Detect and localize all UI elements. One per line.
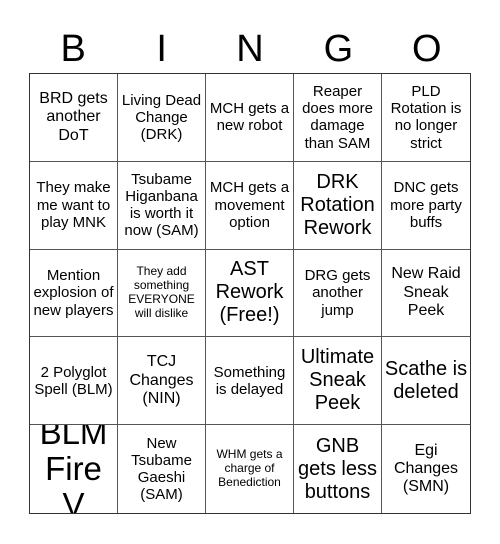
bingo-cell[interactable]: New Raid Sneak Peek xyxy=(382,250,470,338)
bingo-header: B I N G O xyxy=(29,24,471,74)
header-letter-g: G xyxy=(323,28,354,70)
header-letter-i: I xyxy=(156,28,167,70)
bingo-cell[interactable]: Egi Changes (SMN) xyxy=(382,425,470,513)
bingo-cell[interactable]: 2 Polyglot Spell (BLM) xyxy=(30,337,118,426)
header-letter-n: N xyxy=(236,28,264,70)
bingo-cell[interactable]: MCH gets a new robot xyxy=(206,74,294,162)
bingo-cell[interactable]: Mention explosion of new players xyxy=(30,249,118,338)
header-letter-o: O xyxy=(412,28,442,70)
header-letter-b: B xyxy=(60,28,86,70)
bingo-cell[interactable]: Tsubame Higanbana is worth it now (SAM) xyxy=(118,161,206,250)
bingo-cell[interactable]: GNB gets less buttons xyxy=(294,425,382,513)
bingo-cell[interactable]: DNC gets more party buffs xyxy=(382,162,470,250)
bingo-cell[interactable]: They make me want to play MNK xyxy=(30,161,118,250)
bingo-cell[interactable]: TCJ Changes (NIN) xyxy=(118,337,206,426)
bingo-cell[interactable]: Scathe is deleted xyxy=(382,337,470,426)
bingo-cell[interactable]: MCH gets a movement option xyxy=(206,161,294,250)
bingo-cell[interactable]: DRG gets another jump xyxy=(294,249,382,338)
bingo-cell[interactable]: They add something EVERYONE will dislike xyxy=(118,249,206,338)
bingo-board: BRD gets another DoT Living Dead Change … xyxy=(29,73,471,514)
bingo-cell[interactable]: DRK Rotation Rework xyxy=(294,161,382,250)
bingo-cell[interactable]: Reaper does more damage than SAM xyxy=(294,74,382,162)
bingo-cell[interactable]: New Tsubame Gaeshi (SAM) xyxy=(118,425,206,513)
bingo-cell[interactable]: Something is delayed xyxy=(206,337,294,426)
bingo-cell[interactable]: Ultimate Sneak Peek xyxy=(294,337,382,426)
bingo-cell[interactable]: WHM gets a charge of Benediction xyxy=(206,425,294,513)
bingo-cell[interactable]: PLD Rotation is no longer strict xyxy=(382,74,470,162)
bingo-cell[interactable]: BRD gets another DoT xyxy=(30,74,118,162)
bingo-cell free-space[interactable]: AST Rework (Free!) xyxy=(206,249,294,338)
bingo-cell[interactable]: BLM Fire V xyxy=(30,425,118,513)
bingo-cell[interactable]: Living Dead Change (DRK) xyxy=(118,74,206,162)
